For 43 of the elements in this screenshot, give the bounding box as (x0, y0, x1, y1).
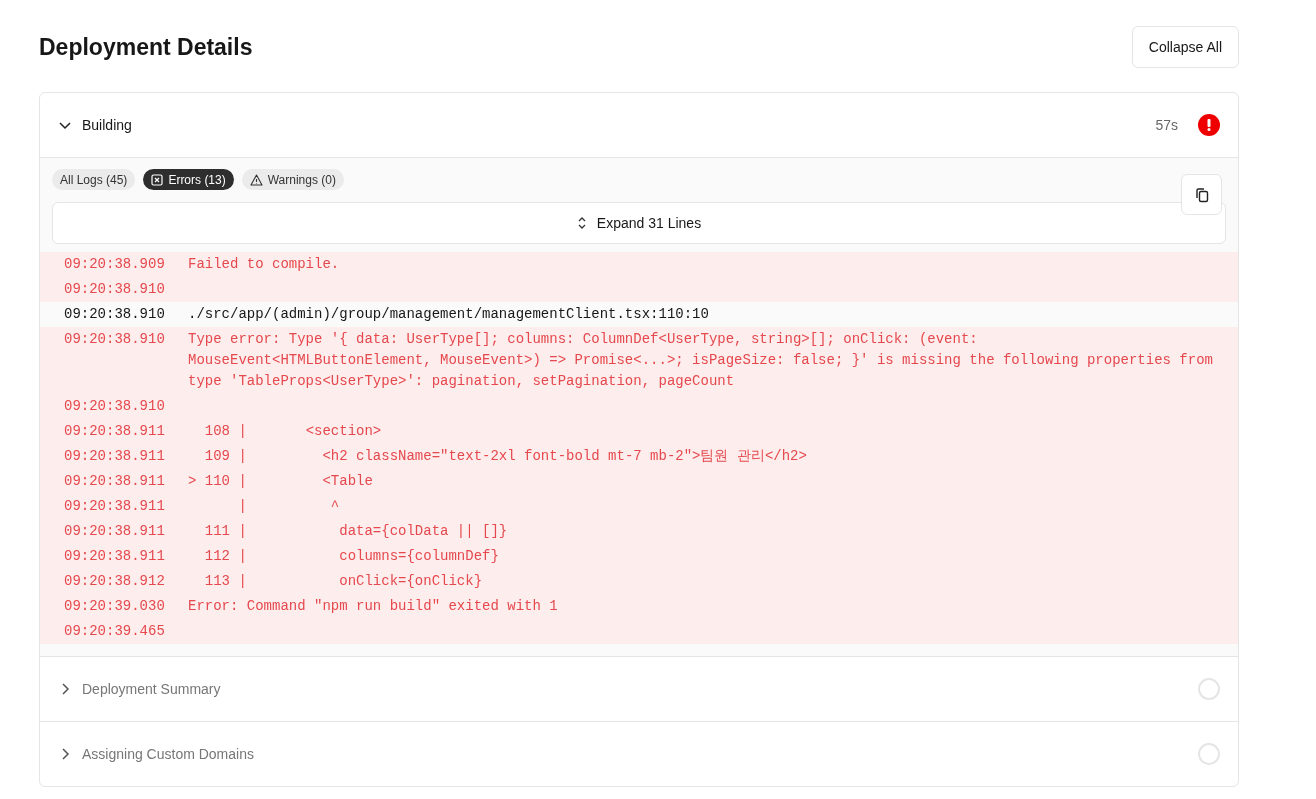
log-timestamp: 09:20:38.909 (63, 255, 166, 274)
log-timestamp: 09:20:38.911 (63, 447, 166, 466)
expand-lines-button[interactable]: Expand 31 Lines (52, 202, 1226, 244)
page-title: Deployment Details (39, 32, 253, 62)
section-header[interactable]: Assigning Custom Domains (40, 722, 1238, 786)
log-message: 113 | onClick={onClick} (203, 572, 484, 591)
section-header[interactable]: Building 57s (40, 93, 1238, 157)
log-timestamp: 09:20:39.030 (63, 597, 166, 616)
log-timestamp: 09:20:38.911 (63, 547, 166, 566)
expand-vertical-icon (576, 216, 587, 230)
log-message: | ^ (237, 497, 341, 516)
copy-icon (1193, 186, 1210, 203)
log-message: Type error: Type '{ data: UserType[]; columns: ColumnDef<UserType, string>[]; onClick: (event: MouseEvent<HTMLButtonElement, MouseEvent>) => Promise<...>; isPageSize: false; }' is missing the following properties from type 'TableProps<UserType>': pagination, setPagination, pageCount (188, 330, 1214, 391)
warning-icon (249, 173, 263, 186)
log-timestamp: 09:20:38.911 (63, 422, 166, 441)
copy-button[interactable] (1181, 174, 1222, 215)
log-message: 111 | data={colData || []} (203, 522, 509, 541)
log-timestamp: 09:20:38.910 (63, 305, 166, 324)
log-message: > 110 | <Table (188, 472, 374, 491)
log-timestamp: 09:20:38.910 (63, 280, 166, 299)
log-message: 109 | <h2 className="text-2xl font-bold mt-7 mb-2">팀원 관리</h2> (203, 447, 808, 466)
log-timestamp: 09:20:38.910 (63, 330, 166, 349)
error-square-icon (151, 173, 164, 186)
section-title: Deployment Summary (82, 679, 221, 699)
collapse-all-button[interactable]: Collapse All (1131, 26, 1239, 68)
log-message: 108 | <section> (203, 422, 383, 441)
log-filter-tab[interactable]: Warnings (0) (241, 169, 344, 190)
section-title: Building (82, 115, 132, 135)
section-title: Assigning Custom Domains (82, 744, 254, 764)
log-timestamp: 09:20:38.911 (63, 472, 166, 491)
log-message: 112 | columns={columnDef} (203, 547, 500, 566)
log-timestamp: 09:20:38.911 (63, 522, 166, 541)
log-filter-tab[interactable]: Errors (13) (143, 169, 234, 190)
log-filter-tab[interactable]: All Logs (45) (52, 169, 136, 190)
log-timestamp: 09:20:38.910 (63, 397, 166, 416)
section-header[interactable]: Deployment Summary (40, 657, 1238, 721)
duration-text: 57s (1155, 115, 1178, 135)
log-message: Error: Command "npm run build" exited with 1 (188, 597, 559, 616)
log-message: Failed to compile. (188, 255, 341, 274)
log-timestamp: 09:20:38.912 (63, 572, 166, 591)
log-timestamp: 09:20:38.911 (63, 497, 166, 516)
log-timestamp: 09:20:39.465 (63, 622, 166, 641)
log-message: ./src/app/(admin)/group/management/managementClient.tsx:110:10 (188, 305, 710, 324)
